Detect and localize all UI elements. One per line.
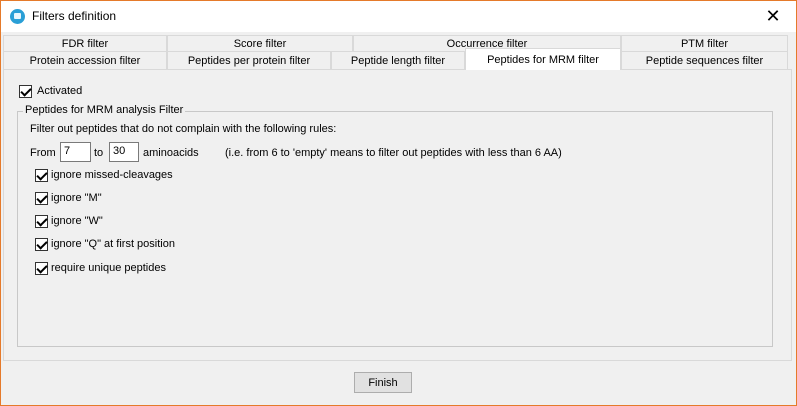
from-label: From: [30, 147, 56, 159]
mrm-filter-group: Peptides for MRM analysis Filter Filter …: [17, 104, 773, 347]
tab-protein-accession-filter[interactable]: Protein accession filter: [3, 51, 167, 69]
to-label: to: [94, 147, 104, 159]
ignore-w-checkbox[interactable]: [35, 215, 48, 228]
option-label: ignore "W": [51, 215, 103, 227]
option-label: ignore "M": [51, 192, 102, 204]
close-button[interactable]: ✕: [750, 1, 796, 31]
window-title: Filters definition: [32, 9, 117, 23]
activated-checkbox[interactable]: [19, 85, 32, 98]
hint-text: (i.e. from 6 to 'empty' means to filter …: [225, 147, 562, 159]
dialog-window: Filters definition ✕ FDR filter Score fi…: [0, 0, 797, 406]
ignore-q-first-checkbox[interactable]: [35, 238, 48, 251]
title-bar: Filters definition ✕: [1, 1, 796, 32]
finish-button[interactable]: Finish: [354, 372, 412, 393]
tab-ptm-filter[interactable]: PTM filter: [621, 35, 788, 52]
group-title: Peptides for MRM analysis Filter: [23, 104, 186, 116]
option-label: require unique peptides: [51, 262, 166, 274]
tab-peptide-sequences-filter[interactable]: Peptide sequences filter: [621, 51, 788, 69]
option-label: ignore missed-cleavages: [51, 169, 173, 181]
ignore-missed-cleavages-checkbox[interactable]: [35, 169, 48, 182]
activated-label: Activated: [37, 85, 83, 97]
tab-panel: Activated Peptides for MRM analysis Filt…: [3, 69, 792, 361]
to-input[interactable]: 30: [109, 142, 139, 162]
tab-strip: FDR filter Score filter Occurrence filte…: [3, 34, 794, 70]
tab-score-filter[interactable]: Score filter: [167, 35, 353, 52]
from-input[interactable]: 7: [60, 142, 91, 162]
unit-label: aminoacids: [143, 147, 199, 159]
require-unique-checkbox[interactable]: [35, 262, 48, 275]
tab-peptides-per-protein-filter[interactable]: Peptides per protein filter: [167, 51, 331, 69]
tab-peptide-length-filter[interactable]: Peptide length filter: [331, 51, 465, 69]
option-label: ignore "Q" at first position: [51, 238, 175, 250]
tab-fdr-filter[interactable]: FDR filter: [3, 35, 167, 52]
app-icon: [10, 9, 25, 24]
filter-description: Filter out peptides that do not complain…: [30, 123, 337, 135]
tab-peptides-for-mrm-filter[interactable]: Peptides for MRM filter: [465, 48, 621, 70]
ignore-m-checkbox[interactable]: [35, 192, 48, 205]
